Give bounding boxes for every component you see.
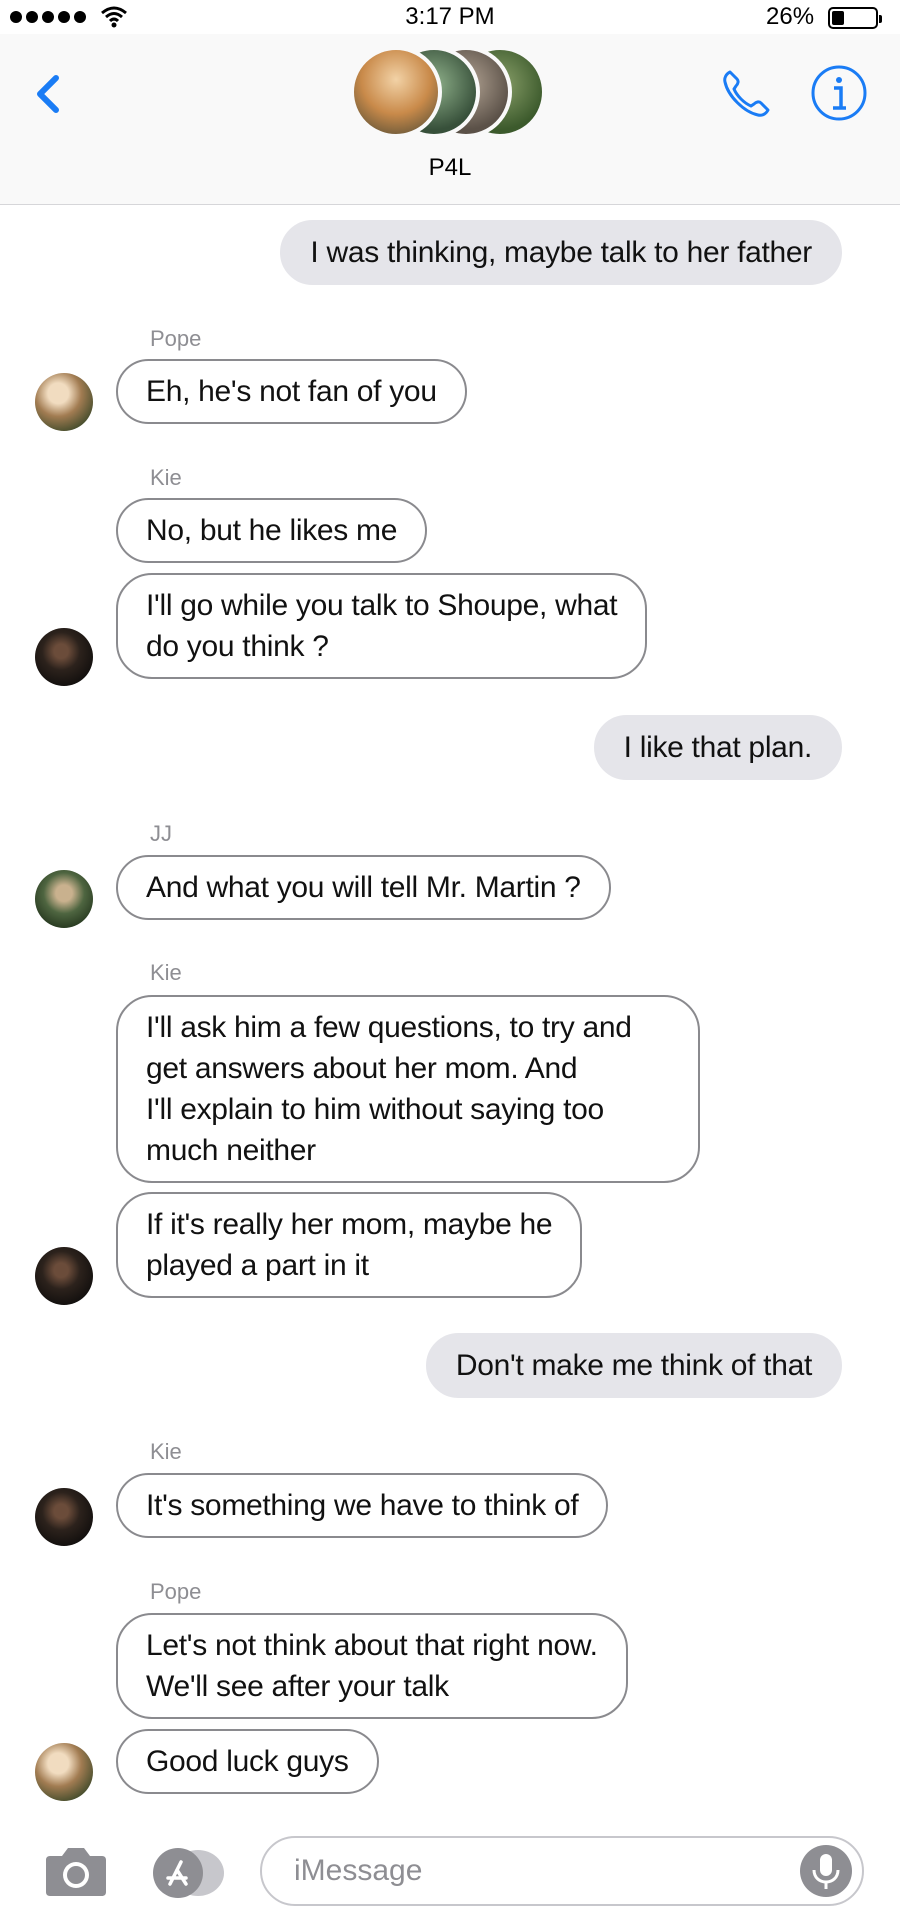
incoming-message[interactable]: It's something we have to think of	[116, 1473, 609, 1538]
phone-icon[interactable]	[716, 64, 776, 124]
incoming-message[interactable]: Good luck guys	[116, 1729, 379, 1794]
app-store-icon[interactable]	[150, 1848, 226, 1898]
status-bar: 3:17 PM 26%	[0, 0, 900, 34]
outgoing-message[interactable]: I like that plan.	[593, 715, 842, 780]
battery-percentage: 26%	[766, 3, 815, 30]
incoming-message[interactable]: And what you will tell Mr. Martin ?	[116, 855, 611, 920]
group-name[interactable]: P4L	[0, 154, 900, 182]
group-avatar-stack[interactable]	[350, 42, 550, 142]
sender-name: Kie	[150, 1439, 182, 1464]
incoming-message[interactable]: I'll go while you talk to Shoupe, what d…	[116, 573, 648, 679]
group-member-avatar	[350, 46, 442, 138]
back-chevron-icon[interactable]	[28, 64, 68, 124]
sender-avatar[interactable]	[35, 870, 93, 928]
outgoing-message[interactable]: I was thinking, maybe talk to her father	[280, 220, 842, 285]
sender-avatar[interactable]	[35, 628, 93, 686]
sender-avatar[interactable]	[35, 1488, 93, 1546]
status-time: 3:17 PM	[405, 3, 495, 30]
conversation-header: P4L	[0, 34, 900, 205]
sender-name: JJ	[150, 821, 172, 846]
outgoing-message[interactable]: Don't make me think of that	[425, 1333, 842, 1398]
sender-name: Kie	[150, 960, 182, 985]
incoming-message[interactable]: Eh, he's not fan of you	[116, 359, 467, 424]
message-input[interactable]: iMessage	[260, 1836, 864, 1906]
message-input-placeholder: iMessage	[294, 1854, 423, 1887]
sender-name: Pope	[150, 1579, 202, 1604]
incoming-message[interactable]: I'll ask him a few questions, to try and…	[116, 995, 700, 1183]
sender-name: Pope	[150, 326, 202, 351]
sender-avatar[interactable]	[35, 373, 93, 431]
message-composer: iMessage	[0, 1822, 900, 1920]
battery-icon	[828, 7, 882, 29]
microphone-button[interactable]	[800, 1845, 852, 1897]
camera-icon[interactable]	[44, 1844, 108, 1898]
sender-avatar[interactable]	[35, 1247, 93, 1305]
incoming-message[interactable]: No, but he likes me	[116, 498, 428, 563]
info-icon[interactable]	[810, 64, 868, 122]
microphone-icon	[812, 1854, 840, 1889]
incoming-message[interactable]: If it's really her mom, maybe he played …	[116, 1192, 583, 1298]
sender-name: Kie	[150, 465, 182, 490]
sender-avatar[interactable]	[35, 1743, 93, 1801]
incoming-message[interactable]: Let's not think about that right now. We…	[116, 1613, 628, 1719]
